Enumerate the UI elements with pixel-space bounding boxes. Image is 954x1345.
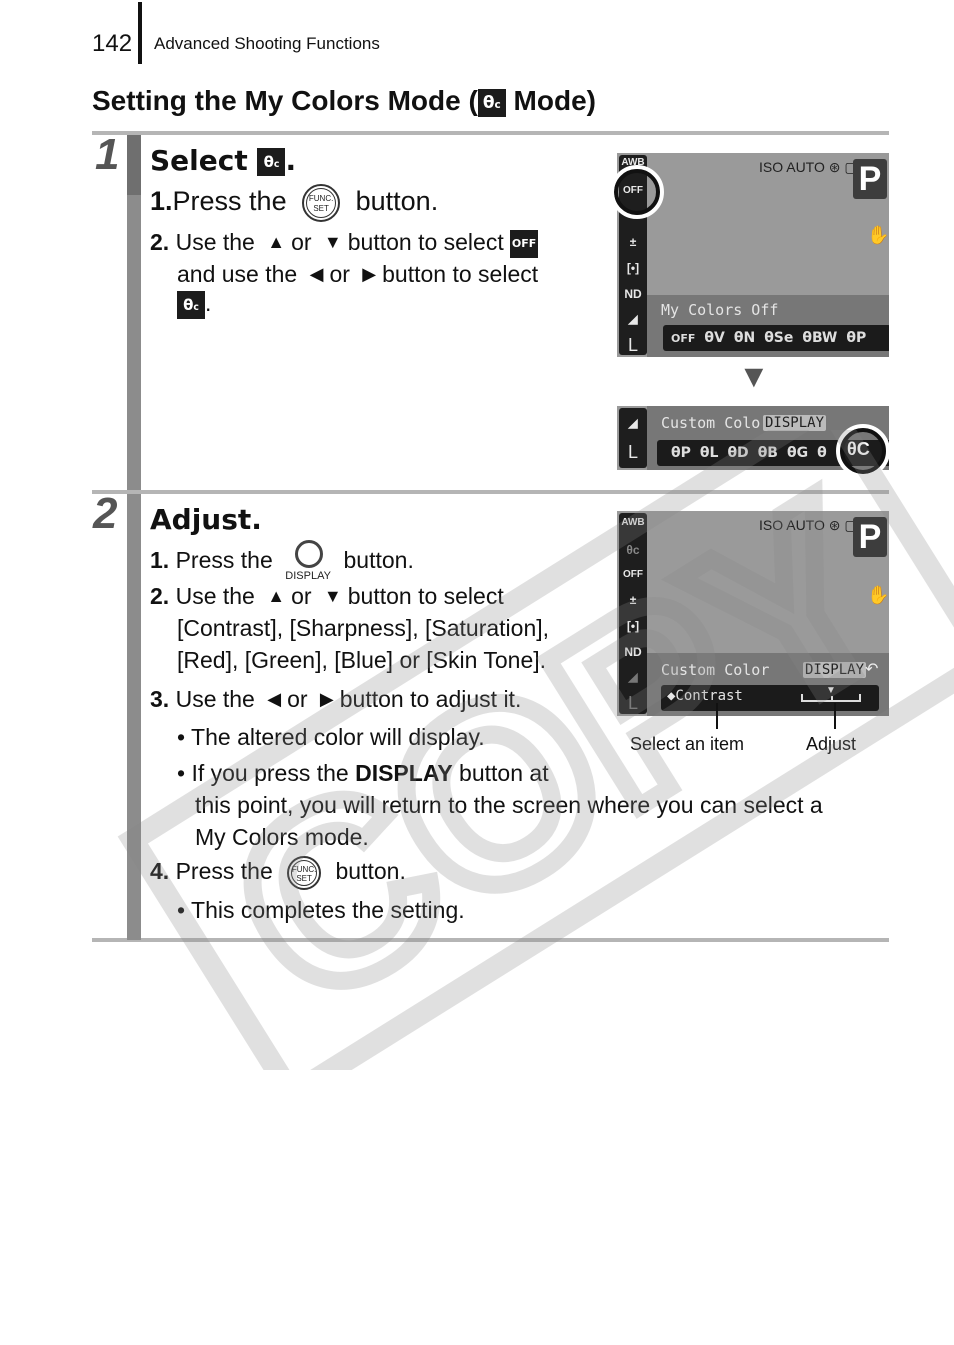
down-arrow-icon: ▼ (323, 232, 342, 252)
divider-bottom (92, 938, 889, 942)
highlight-circle (610, 165, 664, 219)
highlight-circle (836, 424, 890, 478)
program-mode-badge: P (853, 159, 887, 199)
step1-bar (127, 195, 141, 490)
step1-number: 1 (95, 130, 120, 179)
func-set-button-icon: FUNC. SET (287, 856, 322, 890)
title-suffix: Mode) (505, 85, 596, 116)
callout-select-item: Select an item (630, 734, 745, 754)
stabilizer-icon: ✋ (867, 585, 889, 605)
left-arrow-icon: ◀ (309, 264, 324, 284)
step2-item-4: 4. Press the FUNC. SET button. (150, 856, 406, 890)
step2-bullet-2-line1: • If you press the DISPLAY button at (177, 760, 549, 786)
step2-bullet-3: • This completes the setting. (177, 897, 465, 923)
step2-item-1: 1. Press the DISPLAY button. (150, 540, 414, 584)
left-arrow-icon: ◀ (267, 689, 282, 709)
adjust-bar: ◆Contrast ▼ (661, 685, 879, 711)
my-colors-custom-icon: θc (177, 290, 205, 319)
scale-marker-icon: ▼ (826, 685, 836, 696)
step2-bullet-2-line2: this point, you will return to the scree… (195, 792, 823, 818)
camera-side-menu: AWB θc OFF ± [•] ND ◢ L (619, 513, 647, 714)
page-number: 142 (92, 30, 133, 57)
step1-item-1: 1.Press the FUNC. SET button. (150, 184, 438, 222)
callout-line-adjust (834, 703, 836, 729)
display-tag: DISPLAY (803, 662, 867, 678)
program-mode-badge: P (853, 517, 887, 557)
my-colors-off-icon: OFF (510, 229, 539, 258)
return-icon: ↶ (865, 661, 879, 678)
stabilizer-icon: ✋ (867, 225, 889, 245)
mode-caption: Custom Color (661, 414, 770, 432)
step2-number: 2 (93, 489, 118, 538)
step2-bullet-2-line3: My Colors mode. (195, 824, 369, 850)
step1-item-2-line3: θc. (177, 290, 211, 319)
step2-bar (127, 494, 141, 940)
page-title: Setting the My Colors Mode (θc Mode) (92, 85, 596, 117)
step1-heading: Select θc. (150, 144, 297, 177)
step2-bullet-1: • The altered color will display. (177, 724, 485, 750)
step2-item-2-line3: [Red], [Green], [Blue] or [Skin Tone]. (177, 647, 547, 673)
header-divider (138, 2, 142, 64)
step2-item-2-line2: [Contrast], [Sharpness], [Saturation], (177, 615, 550, 641)
mode-caption: Custom Color (661, 661, 770, 679)
selected-item: ◆Contrast (667, 688, 743, 704)
callout-adjust: Adjust (806, 734, 857, 754)
display-tag: DISPLAY (763, 415, 827, 431)
down-triangle-icon: ▼ (738, 358, 770, 394)
my-colors-custom-icon: θc (477, 88, 506, 117)
step2-item-3: 3. Use the ◀ or ▶ button to adjust it. (150, 686, 522, 712)
step2-heading: Adjust. (150, 503, 262, 536)
my-colors-option-strip: OFFθVθNθSeθBWθPθL (663, 325, 889, 351)
step1-item-2-line1: 2. Use the ▲ or ▼ button to select OFF (150, 229, 539, 258)
right-arrow-icon: ▶ (362, 264, 377, 284)
up-arrow-icon: ▲ (267, 232, 286, 252)
right-arrow-icon: ▶ (319, 689, 334, 709)
down-arrow-icon: ▼ (323, 586, 342, 606)
divider-top (92, 131, 889, 135)
callout-line-select (716, 703, 718, 729)
title-prefix: Setting the My Colors Mode ( (92, 85, 478, 116)
step1-item-2-line2: and use the ◀ or ▶ button to select (177, 261, 539, 287)
section-header: Advanced Shooting Functions (154, 34, 380, 53)
divider-middle (92, 490, 889, 494)
up-arrow-icon: ▲ (267, 586, 286, 606)
display-button-icon: DISPLAY (285, 540, 331, 584)
my-colors-custom-icon: θc (257, 148, 286, 176)
step2-item-2-line1: 2. Use the ▲ or ▼ button to select (150, 583, 504, 609)
mode-caption: My Colors Off (661, 301, 779, 319)
step1-bar-accent (127, 135, 141, 195)
func-set-button-icon: FUNC. SET (302, 184, 341, 222)
camera-screen-adjust: AWB θc OFF ± [•] ND ◢ L ISO AUTO ⊛ ▢ ⌂ P… (617, 511, 889, 716)
